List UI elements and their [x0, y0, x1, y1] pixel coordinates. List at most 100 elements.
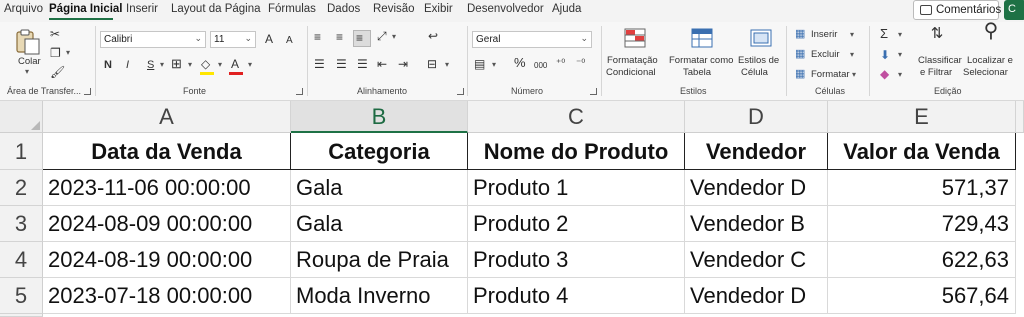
increase-decimal-icon[interactable]: ⁺⁰ [556, 57, 565, 71]
delete-cells-icon[interactable]: ▦ [795, 47, 805, 61]
number-launcher-icon[interactable] [590, 88, 597, 95]
header-cell[interactable]: Valor da Venda [828, 133, 1016, 170]
cell-a5[interactable]: 2023-07-18 00:00:00 [43, 278, 291, 314]
row-header-1[interactable]: 1 [0, 133, 43, 170]
autosum-icon[interactable]: Σ [880, 27, 888, 41]
tab-arquivo[interactable]: Arquivo [4, 3, 43, 15]
cell-b4[interactable]: Roupa de Praia [291, 242, 468, 278]
align-left-icon[interactable]: ☰ [314, 57, 325, 71]
font-size-dropdown[interactable]: 11 ⌄ [210, 31, 256, 48]
increase-indent-icon[interactable]: ⇥ [398, 57, 408, 71]
merge-dropdown-icon[interactable]: ▾ [445, 60, 449, 69]
cell-d3[interactable]: Vendedor B [685, 206, 828, 242]
delete-cells-label[interactable]: Excluir [811, 49, 840, 60]
conditional-formatting-label-2[interactable]: Condicional [606, 67, 656, 78]
merge-center-icon[interactable]: ⊟ [427, 57, 437, 71]
paste-label[interactable]: Colar [18, 56, 41, 67]
column-header-b[interactable]: B [291, 101, 468, 133]
find-select-icon[interactable]: ⚲ [978, 21, 1004, 41]
copy-dropdown-icon[interactable]: ▾ [66, 48, 70, 57]
format-cells-icon[interactable]: ▦ [795, 67, 805, 81]
cell-d2[interactable]: Vendedor D [685, 170, 828, 206]
align-bottom-button[interactable]: ≡ [353, 30, 371, 47]
row-header-4[interactable]: 4 [0, 242, 43, 278]
autosum-dropdown-icon[interactable]: ▾ [898, 30, 902, 39]
sort-filter-label[interactable]: Classificar [918, 55, 962, 66]
font-color-icon[interactable]: A [231, 57, 239, 71]
fill-color-icon[interactable]: ◇ [201, 57, 210, 71]
tab-inserir[interactable]: Inserir [126, 3, 158, 15]
cell-b2[interactable]: Gala [291, 170, 468, 206]
insert-cells-label[interactable]: Inserir [811, 29, 837, 40]
font-launcher-icon[interactable] [296, 88, 303, 95]
cell-d4[interactable]: Vendedor C [685, 242, 828, 278]
column-header-f[interactable] [1016, 101, 1024, 133]
italic-button[interactable]: I [126, 58, 129, 72]
cell-c3[interactable]: Produto 2 [468, 206, 685, 242]
cell-a4[interactable]: 2024-08-19 00:00:00 [43, 242, 291, 278]
cell-styles-label-2[interactable]: Célula [741, 67, 768, 78]
paste-icon[interactable] [14, 28, 42, 56]
number-format-dropdown[interactable]: Geral ⌄ [472, 31, 592, 48]
alignment-launcher-icon[interactable] [457, 88, 464, 95]
cell-styles-label[interactable]: Estilos de [738, 55, 779, 66]
sort-filter-icon[interactable]: ⇅ [925, 26, 949, 41]
align-center-icon[interactable]: ☰ [336, 57, 347, 71]
cell-b5[interactable]: Moda Inverno [291, 278, 468, 314]
clear-dropdown-icon[interactable]: ▾ [898, 70, 902, 79]
cell-d5[interactable]: Vendedor D [685, 278, 828, 314]
cell-c2[interactable]: Produto 1 [468, 170, 685, 206]
format-dropdown-icon[interactable]: ▾ [852, 70, 856, 79]
row-header-5[interactable]: 5 [0, 278, 43, 314]
comma-style-button[interactable]: 000 [534, 59, 547, 73]
format-painter-icon[interactable]: 🖌 [50, 65, 65, 79]
tab-dados[interactable]: Dados [327, 3, 360, 15]
select-all-button[interactable] [0, 101, 43, 133]
decrease-decimal-icon[interactable]: ⁻⁰ [576, 57, 585, 71]
clear-icon[interactable]: ◆ [880, 67, 889, 81]
format-as-table-label-2[interactable]: Tabela [683, 67, 711, 78]
header-cell[interactable]: Nome do Produto [468, 133, 685, 170]
cell-styles-icon[interactable] [749, 27, 773, 49]
cell-b3[interactable]: Gala [291, 206, 468, 242]
cell-a3[interactable]: 2024-08-09 00:00:00 [43, 206, 291, 242]
column-header-a[interactable]: A [43, 101, 291, 133]
cut-icon[interactable]: ✂ [50, 27, 60, 41]
comments-button[interactable]: Comentários [913, 0, 1001, 20]
insert-cells-icon[interactable]: ▦ [795, 27, 805, 41]
wrap-text-icon[interactable]: ↩ [428, 29, 438, 43]
tab-formulas[interactable]: Fórmulas [268, 3, 316, 15]
shrink-font-icon[interactable]: A [286, 34, 293, 48]
borders-dropdown-icon[interactable]: ▾ [188, 60, 192, 69]
cell-e2[interactable]: 571,37 [828, 170, 1016, 206]
borders-icon[interactable]: ⊞ [171, 57, 182, 71]
align-middle-icon[interactable]: ≡ [336, 30, 343, 44]
row-header-2[interactable]: 2 [0, 170, 43, 206]
underline-dropdown-icon[interactable]: ▾ [160, 60, 164, 69]
header-cell[interactable]: Categoria [291, 133, 468, 170]
header-cell[interactable]: Data da Venda [43, 133, 291, 170]
orientation-icon[interactable]: ⤢ [377, 29, 387, 43]
column-header-d[interactable]: D [685, 101, 828, 133]
bold-button[interactable]: N [104, 58, 112, 72]
tab-exibir[interactable]: Exibir [424, 3, 453, 15]
format-as-table-label[interactable]: Formatar como [669, 55, 733, 66]
format-cells-label[interactable]: Formatar [811, 69, 850, 80]
fill-icon[interactable]: ⬇ [880, 48, 890, 62]
tab-ajuda[interactable]: Ajuda [552, 3, 581, 15]
format-as-table-icon[interactable] [690, 27, 714, 49]
insert-dropdown-icon[interactable]: ▾ [850, 30, 854, 39]
font-color-dropdown-icon[interactable]: ▾ [248, 60, 252, 69]
decrease-indent-icon[interactable]: ⇤ [377, 57, 387, 71]
font-name-dropdown[interactable]: Calibri ⌄ [100, 31, 206, 48]
accounting-dropdown-icon[interactable]: ▾ [492, 60, 496, 69]
grow-font-icon[interactable]: A [265, 32, 273, 46]
accounting-format-icon[interactable]: ▤ [474, 57, 485, 71]
cell-c5[interactable]: Produto 4 [468, 278, 685, 314]
tab-desenvolvedor[interactable]: Desenvolvedor [467, 3, 544, 15]
header-cell[interactable]: Vendedor [685, 133, 828, 170]
clipboard-launcher-icon[interactable] [84, 88, 91, 95]
cell-e5[interactable]: 567,64 [828, 278, 1016, 314]
align-top-icon[interactable]: ≡ [314, 30, 321, 44]
cell-a2[interactable]: 2023-11-06 00:00:00 [43, 170, 291, 206]
